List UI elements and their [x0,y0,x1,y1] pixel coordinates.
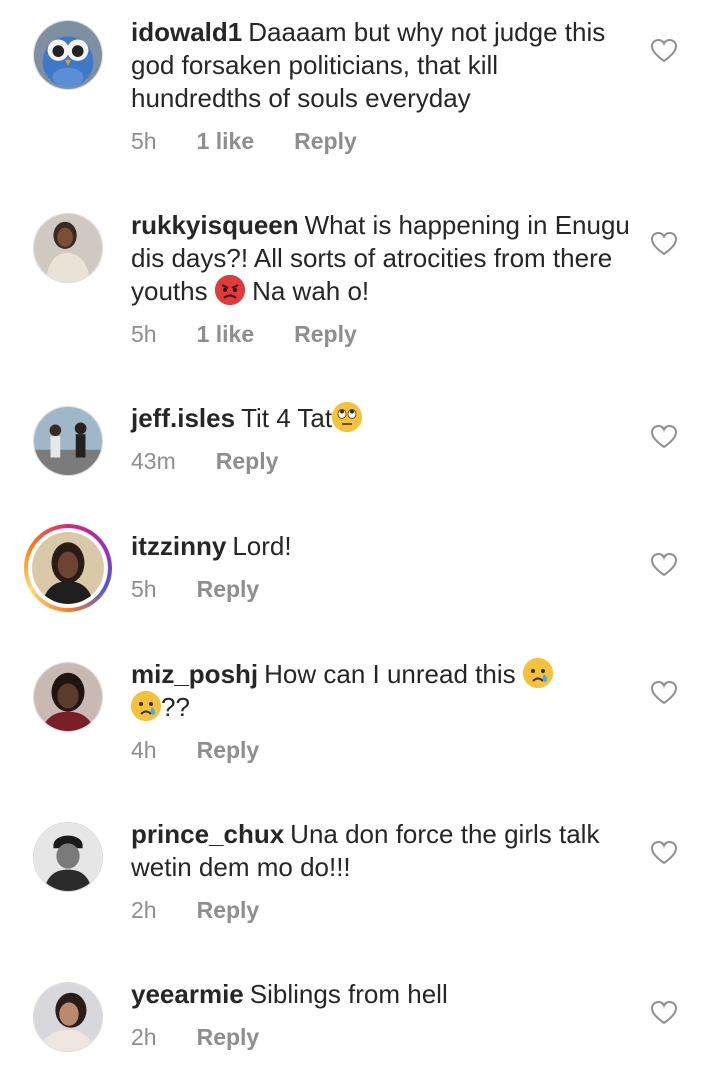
comment-meta: 4h Reply [131,737,259,764]
comment-text: jeff.isles Tit 4 Tat [131,402,631,435]
reply-button[interactable]: Reply [197,897,260,924]
comment-text: yeearmie Siblings from hell [131,978,631,1011]
comment-meta: 2h Reply [131,1024,259,1051]
comment-body: Lord! [232,531,292,561]
reply-button[interactable]: Reply [216,448,279,475]
comment-username[interactable]: miz_poshj [131,659,258,689]
comment-username[interactable]: rukkyisqueen [131,210,299,240]
comment-text: itzzinny Lord! [131,530,631,563]
angry-face-emoji [214,275,245,305]
comment-meta: 2h Reply [131,897,259,924]
comment-username[interactable]: yeearmie [131,979,244,1009]
user-photo-icon [34,983,102,1051]
reply-button[interactable]: Reply [197,737,260,764]
comment-text: rukkyisqueen What is happening in Enugu d… [131,209,631,308]
comment-time: 5h [131,321,157,347]
comment-body: Siblings from hell [249,979,448,1009]
comment-text: miz_poshj How can I unread this ?? [131,658,631,724]
comment-username[interactable]: jeff.isles [131,403,235,433]
reply-button[interactable]: Reply [197,576,260,603]
comment-body: How can I unread this [264,659,516,689]
user-photo-icon [34,663,102,731]
comment-time: 4h [131,737,157,763]
comment-body: Tit 4 Tat [241,403,333,433]
like-heart-icon[interactable] [651,425,677,449]
crying-face-emoji [522,658,553,688]
like-heart-icon[interactable] [651,232,677,256]
avatar[interactable] [33,982,103,1052]
comment-time: 2h [131,1024,157,1050]
comment-username[interactable]: prince_chux [131,819,284,849]
reply-button[interactable]: Reply [197,1024,260,1051]
likes-count[interactable]: 1 like [197,321,255,348]
user-photo-icon [34,407,102,475]
avatar[interactable] [32,532,104,604]
user-photo-icon [32,532,104,604]
crying-face-emoji [131,691,161,721]
like-heart-icon[interactable] [651,841,677,865]
avatar[interactable] [33,822,103,892]
comment-time: 5h [131,576,157,602]
like-heart-icon[interactable] [651,39,677,63]
comment-text: idowald1 Daaaam but why not judge this go… [131,16,631,115]
like-heart-icon[interactable] [651,1001,677,1025]
comment-meta: 43m Reply [131,448,278,475]
user-photo-icon [34,823,102,891]
like-heart-icon[interactable] [651,553,677,577]
comment-time: 5h [131,128,157,154]
comment-body-end: Na wah o! [252,276,370,306]
user-photo-icon [34,214,102,282]
reply-button[interactable]: Reply [294,128,357,155]
comment-meta: 5h 1 like Reply [131,128,357,155]
comment-meta: 5h Reply [131,576,259,603]
comment-username[interactable]: idowald1 [131,17,242,47]
comment-body-end: ?? [161,692,190,722]
comment-time: 2h [131,897,157,923]
comment-time: 43m [131,448,176,474]
story-ring[interactable] [24,524,112,612]
likes-count[interactable]: 1 like [197,128,255,155]
avatar[interactable] [33,662,103,732]
avatar[interactable] [33,213,103,283]
owl-avatar-icon [34,21,102,89]
comment-text: prince_chux Una don force the girls talk … [131,818,631,884]
reply-button[interactable]: Reply [294,321,357,348]
avatar[interactable] [33,20,103,90]
eye-roll-emoji [332,402,363,432]
comment-meta: 5h 1 like Reply [131,321,357,348]
comment-username[interactable]: itzzinny [131,531,226,561]
avatar[interactable] [33,406,103,476]
like-heart-icon[interactable] [651,681,677,705]
